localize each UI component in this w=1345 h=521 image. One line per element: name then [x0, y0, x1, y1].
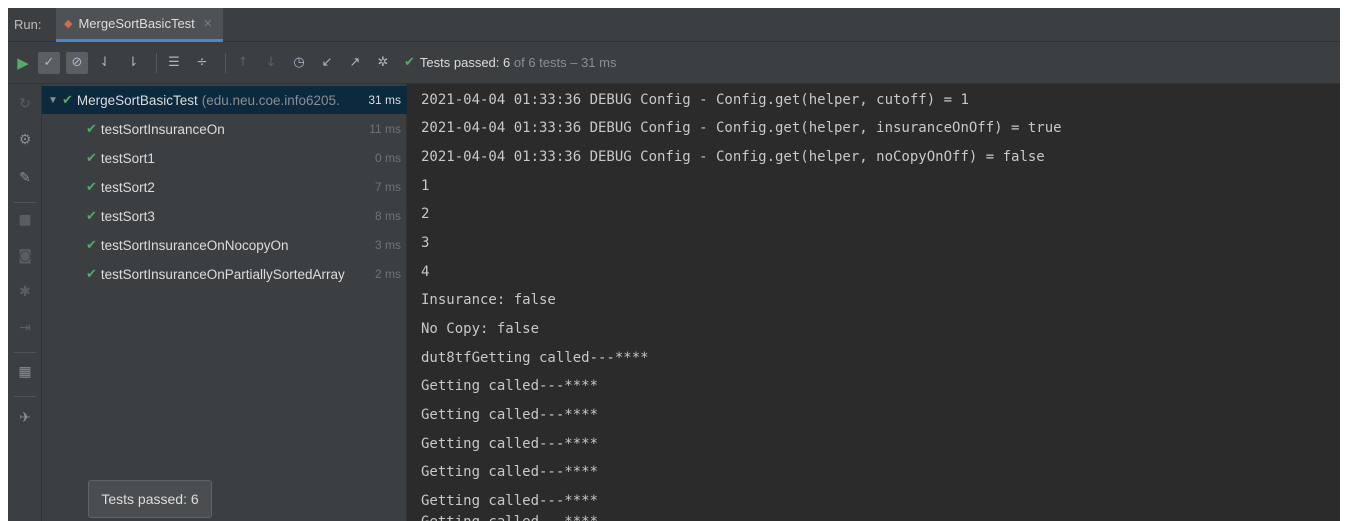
console-line: Getting called---**** — [421, 493, 599, 509]
status-suffix: of 6 tests – 31 ms — [510, 55, 617, 70]
test-name: testSortInsuranceOn — [100, 121, 225, 137]
console-line: Getting called---**** — [421, 436, 599, 452]
strip-separator — [14, 352, 36, 353]
sort-alphabetically-icon[interactable]: ⇃ — [94, 52, 116, 74]
test-duration: 8 ms — [374, 209, 401, 223]
show-passed-icon[interactable]: ✓ — [38, 51, 60, 74]
passed-check-icon: ✔ — [86, 266, 97, 281]
console-line: 4 — [421, 264, 430, 280]
test-case-row[interactable]: ✔ testSortInsuranceOn 11 ms — [42, 115, 407, 143]
previous-failed-icon[interactable]: ↑ — [232, 52, 254, 74]
wrench-icon[interactable]: ✎ — [8, 170, 42, 186]
console-output[interactable]: 2021-04-04 01:33:36 DEBUG Config - Confi… — [408, 84, 1340, 521]
next-failed-icon[interactable]: ↓ — [260, 52, 282, 74]
expand-all-icon[interactable]: ☰ — [163, 52, 185, 74]
console-line: 2021-04-04 01:33:36 DEBUG Config - Confi… — [421, 120, 1062, 136]
import-tests-icon[interactable]: ↙ — [316, 52, 338, 74]
test-duration: 2 ms — [374, 267, 401, 281]
test-name: testSort2 — [100, 179, 155, 195]
passed-check-icon: ✔ — [86, 179, 97, 194]
chevron-down-icon[interactable]: ▼ — [48, 95, 62, 106]
rerun-icon[interactable]: ▶ — [8, 54, 38, 72]
strip-separator — [14, 396, 36, 397]
status-prefix: Tests passed: — [419, 55, 504, 70]
strip-separator — [14, 202, 36, 203]
console-line: No Copy: false — [421, 321, 540, 337]
run-config-tab[interactable]: ◆ MergeSortBasicTest × — [56, 8, 223, 42]
suite-package: (edu.neu.coe.info6205. — [201, 92, 340, 108]
rerun-failed-icon[interactable]: ↻ — [8, 96, 42, 112]
tests-passed-check-icon: ✔ — [404, 55, 415, 70]
test-case-row[interactable]: ✔ testSort3 8 ms — [42, 202, 407, 230]
suite-duration: 31 ms — [368, 93, 401, 107]
test-results-tree: ▼ ✔ MergeSortBasicTest (edu.neu.coe.info… — [42, 84, 407, 521]
toolbar-separator — [156, 52, 157, 73]
passed-check-icon: ✔ — [62, 92, 73, 107]
console-line: 1 — [421, 178, 430, 194]
run-tab-bar: Run: ◆ MergeSortBasicTest × — [8, 8, 1340, 42]
pin-icon[interactable]: ✈ — [8, 410, 42, 426]
console-line: 2021-04-04 01:33:36 DEBUG Config - Confi… — [421, 149, 1045, 165]
console-line: 2021-04-04 01:33:36 DEBUG Config - Confi… — [421, 92, 969, 108]
console-line: dut8tfGetting called---**** — [421, 350, 649, 366]
test-duration: 11 ms — [369, 122, 401, 136]
test-name: testSort1 — [100, 150, 155, 166]
test-duration: 0 ms — [374, 151, 401, 165]
console-line: 3 — [421, 235, 430, 251]
passed-check-icon: ✔ — [86, 208, 97, 223]
tab-title: MergeSortBasicTest — [78, 15, 195, 31]
test-history-icon[interactable]: ◷ — [288, 52, 310, 74]
exit-icon[interactable]: ⇥ — [8, 320, 42, 336]
console-line: Getting called---**** — [421, 378, 599, 394]
close-tab-icon[interactable]: × — [203, 16, 213, 30]
export-tests-icon[interactable]: ↗ — [344, 52, 366, 74]
left-action-strip: ↻ ⚙ ✎ ■ ◙ ✱ ⇥ ▦ ✈ — [8, 84, 42, 521]
test-case-row[interactable]: ✔ testSortInsuranceOnNocopyOn 3 ms — [42, 231, 407, 259]
console-line: Getting called---**** — [421, 512, 598, 521]
passed-check-icon: ✔ — [86, 121, 97, 136]
console-line: Insurance: false — [421, 292, 556, 308]
run-tool-window: Run: ◆ MergeSortBasicTest × ▶ ✓ ⊘ ⇃ ⇂ ☰ … — [8, 8, 1340, 521]
layout-icon[interactable]: ▦ — [8, 364, 42, 380]
console-line: 2 — [421, 206, 430, 222]
test-status-summary: Tests passed: 6 of 6 tests – 31 ms — [420, 55, 617, 70]
test-runner-toolbar: ▶ ✓ ⊘ ⇃ ⇂ ☰ ÷ ↑ ↓ ◷ ↙ ↗ ✲ ✔ Tests passed… — [8, 42, 1340, 84]
test-config-icon: ◆ — [64, 16, 73, 30]
settings-gear-icon[interactable]: ✲ — [372, 52, 394, 74]
test-name: testSortInsuranceOnPartiallySortedArray — [100, 266, 345, 282]
test-case-row[interactable]: ✔ testSort2 7 ms — [42, 173, 407, 201]
show-ignored-icon[interactable]: ⊘ — [66, 51, 88, 74]
sort-by-duration-icon[interactable]: ⇂ — [122, 52, 144, 74]
test-name: testSortInsuranceOnNocopyOn — [100, 237, 289, 253]
test-case-row[interactable]: ✔ testSortInsuranceOnPartiallySortedArra… — [42, 260, 407, 288]
suite-name: MergeSortBasicTest — [76, 92, 198, 108]
stop-icon[interactable]: ■ — [8, 212, 42, 228]
test-suite-row[interactable]: ▼ ✔ MergeSortBasicTest (edu.neu.coe.info… — [42, 86, 407, 114]
console-line: Getting called---**** — [421, 407, 599, 423]
run-label: Run: — [14, 17, 42, 32]
passed-check-icon: ✔ — [86, 237, 97, 252]
test-name: testSort3 — [100, 208, 155, 224]
console-line: Getting called---**** — [421, 464, 599, 480]
debug-bug-icon[interactable]: ✱ — [8, 284, 42, 300]
passed-check-icon: ✔ — [86, 150, 97, 165]
test-duration: 7 ms — [374, 180, 401, 194]
collapse-all-icon[interactable]: ÷ — [191, 52, 213, 74]
camera-icon[interactable]: ◙ — [8, 248, 42, 264]
tests-passed-notification[interactable]: Tests passed: 6 — [88, 480, 212, 518]
test-case-row[interactable]: ✔ testSort1 0 ms — [42, 144, 407, 172]
test-duration: 3 ms — [374, 238, 401, 252]
toolbar-separator — [225, 52, 226, 73]
toggle-auto-test-icon[interactable]: ⚙ — [8, 132, 42, 148]
